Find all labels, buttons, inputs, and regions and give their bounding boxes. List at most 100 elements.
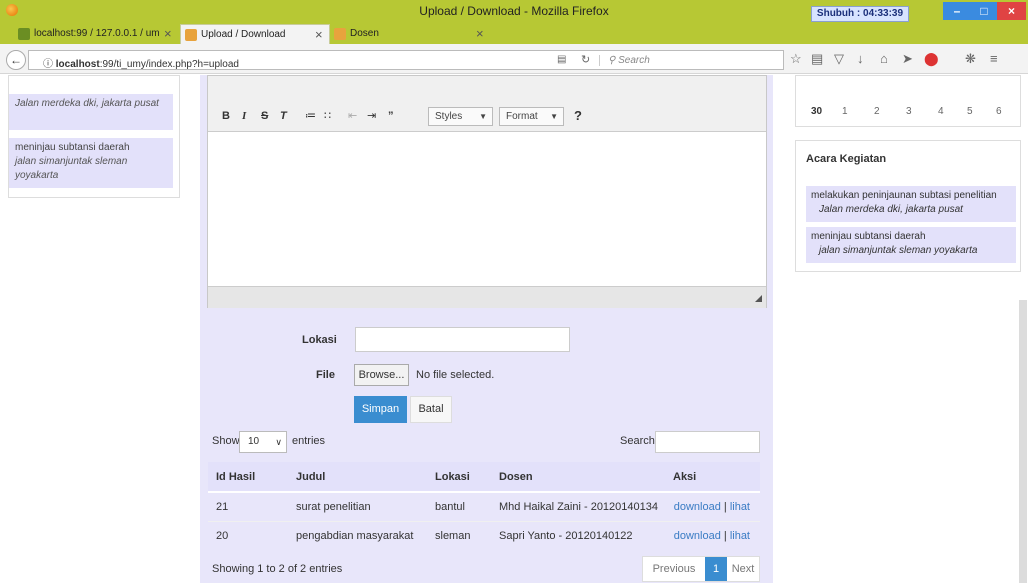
left-sidebar: Jalan merdeka dki, jakarta pusat meninja… — [8, 75, 180, 198]
rich-text-editor[interactable]: B I S T ≔ ∷ ⇤ ⇥ ” Styles ▼ Format ▼ ? — [207, 75, 767, 308]
tab-label: Dosen — [350, 28, 379, 39]
styles-label: Styles — [435, 111, 463, 122]
item-title: melakukan peninjaunan subtasi penelitian — [811, 190, 997, 201]
previous-page-button[interactable]: Previous — [643, 557, 705, 581]
table-search-label: Search: — [620, 435, 658, 447]
format-label: Format — [506, 111, 538, 122]
format-dropdown[interactable]: Format ▼ — [499, 107, 564, 126]
column-header[interactable]: Dosen — [491, 462, 665, 493]
right-sidebar: 30 1 2 3 4 5 6 Acara Kegiatan melakukan … — [795, 75, 1021, 275]
lokasi-input[interactable] — [355, 327, 570, 352]
acara-title: Acara Kegiatan — [806, 153, 887, 165]
item-title: meninjau subtansi daerah — [15, 142, 130, 153]
column-header[interactable]: Id Hasil — [208, 462, 288, 493]
file-status: No file selected. — [416, 369, 495, 381]
back-button[interactable]: ← — [6, 50, 26, 70]
cell-dosen: Mhd Haikal Zaini - 20120140134 — [491, 491, 665, 521]
extension-icon[interactable]: ❋ — [965, 51, 976, 67]
lihat-link[interactable]: lihat — [730, 501, 750, 513]
editor-toolbar: B I S T ≔ ∷ ⇤ ⇥ ” Styles ▼ Format ▼ ? — [208, 76, 766, 132]
adblock-icon[interactable]: ⬤ — [924, 51, 939, 67]
strike-icon[interactable]: S — [261, 107, 268, 125]
close-tab-icon[interactable]: × — [315, 25, 323, 45]
remove-format-icon[interactable]: T — [280, 107, 287, 125]
cell-aksi: download | lihat — [665, 520, 760, 550]
url-text: ⓘ localhost:99/ti_umy/index.php?h=upload — [43, 59, 239, 70]
tab-upload-download[interactable]: Upload / Download × — [180, 24, 330, 44]
home-icon[interactable]: ⌂ — [880, 51, 888, 66]
table-search-input[interactable] — [655, 431, 760, 453]
item-title: meninjau subtansi daerah — [811, 231, 926, 242]
download-link[interactable]: download — [674, 530, 721, 542]
chevron-down-icon: ∨ — [275, 437, 282, 447]
save-button[interactable]: Simpan — [354, 396, 407, 423]
column-header[interactable]: Lokasi — [427, 462, 491, 493]
entries-select[interactable]: 10 ∨ — [239, 431, 287, 453]
reader-view-icon[interactable]: ▤ — [557, 54, 566, 65]
indent-icon[interactable]: ⇥ — [367, 107, 376, 125]
calendar-day[interactable]: 5 — [967, 106, 973, 117]
pagination: Previous 1 Next — [642, 556, 760, 582]
search-input[interactable]: ⚲ Search — [599, 55, 779, 66]
item-place: Jalan merdeka dki, jakarta pusat — [15, 98, 159, 109]
column-header[interactable]: Judul — [288, 462, 427, 493]
cell-id: 20 — [208, 520, 288, 550]
calendar-day[interactable]: 1 — [842, 106, 848, 117]
tab-dosen[interactable]: Dosen × — [330, 24, 490, 44]
search-placeholder: Search — [618, 55, 650, 66]
resize-handle-icon[interactable] — [755, 295, 762, 302]
help-icon[interactable]: ? — [574, 107, 582, 125]
link-separator: | — [720, 500, 730, 513]
close-tab-icon[interactable]: × — [164, 24, 172, 44]
calendar-day[interactable]: 4 — [938, 106, 944, 117]
cell-dosen: Sapri Yanto - 20120140122 — [491, 520, 665, 550]
browse-button[interactable]: Browse... — [354, 364, 409, 386]
blockquote-icon[interactable]: ” — [388, 107, 394, 125]
list-item: meninjau subtansi daerah jalan simanjunta… — [806, 227, 1016, 263]
cancel-button[interactable]: Batal — [410, 396, 452, 423]
calendar-day[interactable]: 3 — [906, 106, 912, 117]
file-label: File — [316, 369, 335, 381]
list-item: melakukan peninjaunan subtasi penelitian… — [806, 186, 1016, 222]
download-link[interactable]: download — [674, 501, 721, 513]
styles-dropdown[interactable]: Styles ▼ — [428, 107, 493, 126]
pocket-icon[interactable]: ▽ — [834, 51, 844, 67]
current-page-button[interactable]: 1 — [705, 557, 727, 581]
chevron-down-icon: ▼ — [479, 112, 487, 121]
bookmarks-menu-icon[interactable]: ▤ — [811, 51, 823, 67]
tab-bar: localhost:99 / 127.0.0.1 / um × Upload / … — [0, 22, 1028, 61]
scrollbar[interactable] — [1019, 300, 1027, 583]
menu-icon[interactable]: ≡ — [990, 51, 998, 66]
bullet-list-icon[interactable]: ∷ — [324, 107, 331, 125]
navigation-bar: ← ⓘ localhost:99/ti_umy/index.php?h=uplo… — [0, 44, 1028, 74]
cell-lokasi: bantul — [427, 491, 491, 521]
downloads-icon[interactable]: ↓ — [857, 51, 864, 66]
send-icon[interactable]: ➤ — [902, 51, 913, 67]
table-header-row: Id Hasil Judul Lokasi Dosen Aksi — [208, 462, 760, 493]
entries-value: 10 — [248, 436, 260, 447]
maximize-button[interactable]: □ — [971, 2, 997, 20]
tab-label: Upload / Download — [201, 29, 286, 40]
italic-icon[interactable]: I — [242, 107, 246, 125]
url-bar[interactable]: ⓘ localhost:99/ti_umy/index.php?h=upload… — [28, 50, 784, 70]
calendar: 30 1 2 3 4 5 6 — [795, 75, 1021, 127]
next-page-button[interactable]: Next — [727, 557, 759, 581]
cell-aksi: download | lihat — [665, 491, 760, 521]
numbered-list-icon[interactable]: ≔ — [305, 107, 316, 125]
minimize-button[interactable]: – — [943, 2, 971, 20]
tab-favicon-icon — [185, 29, 197, 41]
bookmark-star-icon[interactable]: ☆ — [790, 51, 802, 67]
calendar-day[interactable]: 30 — [811, 106, 822, 117]
close-tab-icon[interactable]: × — [476, 24, 484, 44]
tab-phpmyadmin[interactable]: localhost:99 / 127.0.0.1 / um × — [14, 24, 178, 44]
calendar-day[interactable]: 6 — [996, 106, 1002, 117]
close-button[interactable]: × — [997, 2, 1026, 20]
list-item: meninjau subtansi daerah jalan simanjunta… — [9, 138, 173, 188]
reload-icon[interactable]: ↻ — [581, 53, 590, 66]
bold-icon[interactable]: B — [222, 107, 230, 125]
url-path: :99/ti_umy/index.php?h=upload — [99, 59, 239, 70]
url-host: localhost — [55, 59, 100, 70]
lihat-link[interactable]: lihat — [730, 530, 750, 542]
outdent-icon[interactable]: ⇤ — [348, 107, 357, 125]
calendar-day[interactable]: 2 — [874, 106, 880, 117]
